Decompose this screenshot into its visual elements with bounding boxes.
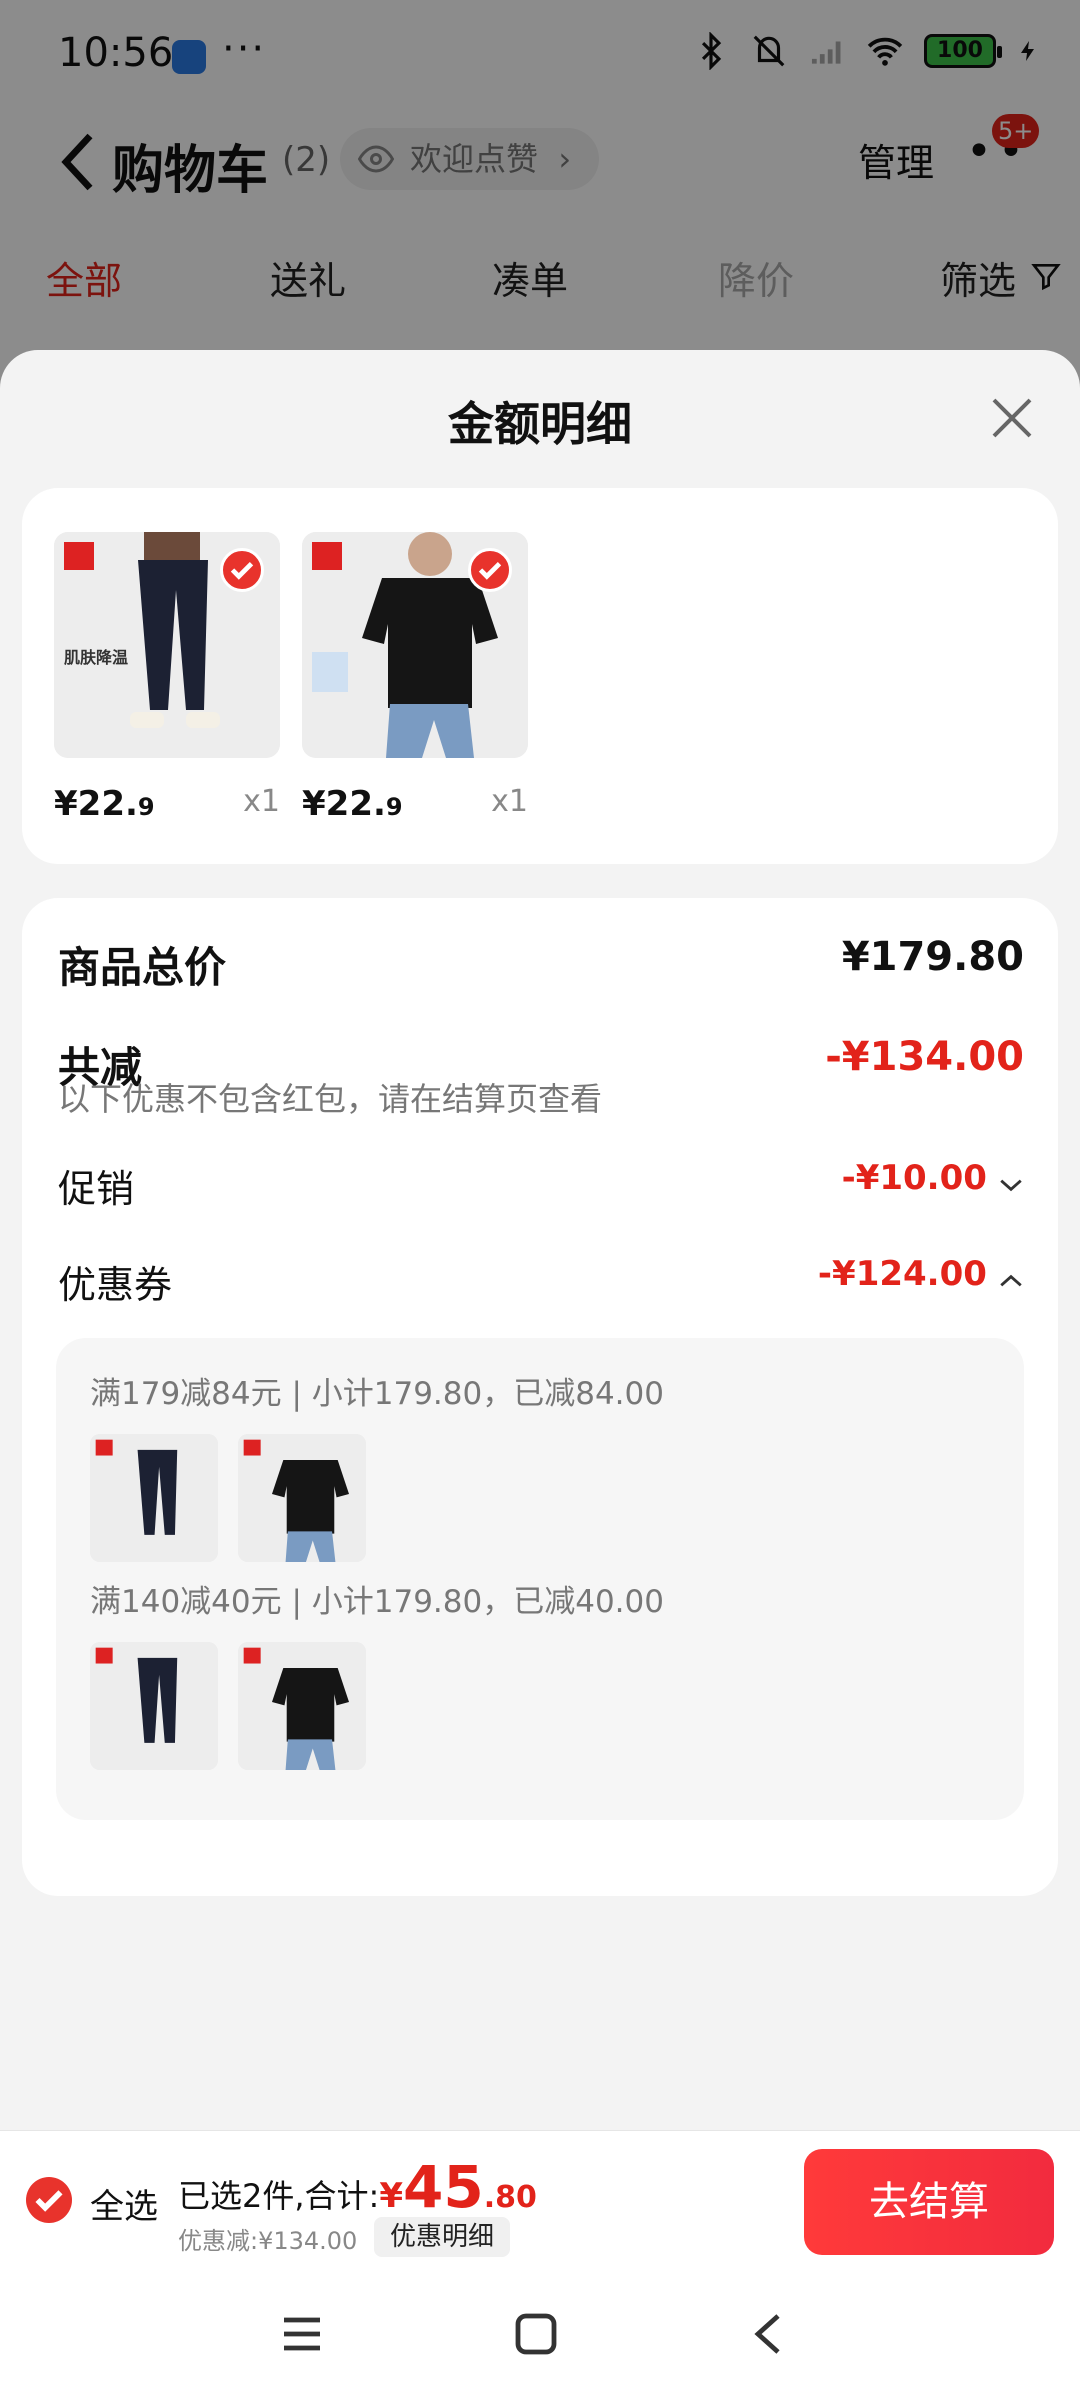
selected-total: 已选2件,合计:¥45.80 [178, 2153, 537, 2221]
back-icon[interactable] [746, 2310, 794, 2358]
product-quantity: x1 [243, 784, 280, 819]
coupon-item-thumbs [90, 1642, 366, 1770]
checkout-bar: 全选 已选2件,合计:¥45.80 优惠减:¥134.00 优惠明细 去结算 [0, 2130, 1080, 2268]
coupon-detail-box: 满179减84元 | 小计179.80，已减84.00 满140减40元 | 小… [56, 1338, 1024, 1820]
price-int: ¥22. [54, 784, 138, 824]
menu-icon[interactable] [278, 2310, 326, 2358]
thumb-polo [238, 1642, 366, 1770]
select-all-checkbox[interactable] [26, 2177, 72, 2223]
checkout-button[interactable]: 去结算 [804, 2149, 1054, 2255]
product-price: ¥22.9 [302, 784, 403, 824]
chevron-down-icon[interactable] [998, 1176, 1024, 1194]
check-icon [35, 2190, 63, 2212]
price-dec: 9 [385, 793, 403, 821]
product-tag: 肌肤降温 [64, 648, 129, 667]
home-icon[interactable] [512, 2310, 560, 2358]
price-detail-sheet: 金额明细 肌肤降温 ¥22.9 x1 ¥22.9 x1 商品总价 ¥179.80… [0, 350, 1080, 2130]
price-summary-card: 商品总价 ¥179.80 共减 -¥134.00 以下优惠不包含红包，请在结算页… [22, 898, 1058, 1896]
product-quantity: x1 [491, 784, 528, 819]
promo-value: -¥10.00 [841, 1158, 987, 1198]
coupon-value: -¥124.00 [817, 1254, 987, 1294]
product-image-polo [302, 532, 528, 758]
thumb-pants [90, 1642, 218, 1770]
discount-amount: 优惠减:¥134.00 [178, 2227, 358, 2255]
coupon-label: 优惠券 [58, 1263, 173, 1307]
brand-logo [64, 542, 94, 570]
sheet-title: 金额明细 [448, 397, 632, 451]
check-icon [468, 548, 512, 592]
promo-value-wrap: -¥10.00 [842, 1158, 1024, 1198]
total-amount-int: 45 [403, 2153, 484, 2221]
product-image-pants: 肌肤降温 [54, 532, 280, 758]
coupon-rule: 满140减40元 | 小计179.80，已减40.00 [90, 1584, 664, 1620]
discount-note: 以下优惠不包含红包，请在结算页查看 [58, 1080, 603, 1118]
system-nav-bar [0, 2268, 1080, 2400]
check-icon [220, 548, 264, 592]
close-icon[interactable] [988, 394, 1036, 442]
price-int: ¥22. [302, 784, 386, 824]
selected-items-card: 肌肤降温 ¥22.9 x1 ¥22.9 x1 [22, 488, 1058, 864]
brand-logo [312, 542, 342, 570]
total-discount-value: -¥134.00 [825, 1034, 1024, 1080]
product-price: ¥22.9 [54, 784, 155, 824]
coupon-rule: 满179减84元 | 小计179.80，已减84.00 [90, 1376, 664, 1412]
goods-total-value: ¥179.80 [841, 934, 1024, 980]
select-all-label[interactable]: 全选 [90, 2179, 158, 2228]
product-item[interactable]: 肌肤降温 ¥22.9 x1 [54, 532, 280, 824]
promo-label: 促销 [58, 1167, 135, 1211]
thumb-polo [238, 1434, 366, 1562]
discount-detail-button[interactable]: 优惠明细 [374, 2217, 511, 2257]
price-dec: 9 [137, 793, 155, 821]
total-currency: ¥ [379, 2176, 403, 2216]
total-amount-dec: .80 [483, 2180, 537, 2215]
thumb-pants [90, 1434, 218, 1562]
selected-count-text: 已选2件,合计: [178, 2177, 380, 2215]
chevron-up-icon[interactable] [998, 1272, 1024, 1290]
product-item[interactable]: ¥22.9 x1 [302, 532, 528, 824]
coupon-value-wrap: -¥124.00 [818, 1254, 1024, 1294]
goods-total-label: 商品总价 [58, 943, 227, 992]
coupon-item-thumbs [90, 1434, 366, 1562]
